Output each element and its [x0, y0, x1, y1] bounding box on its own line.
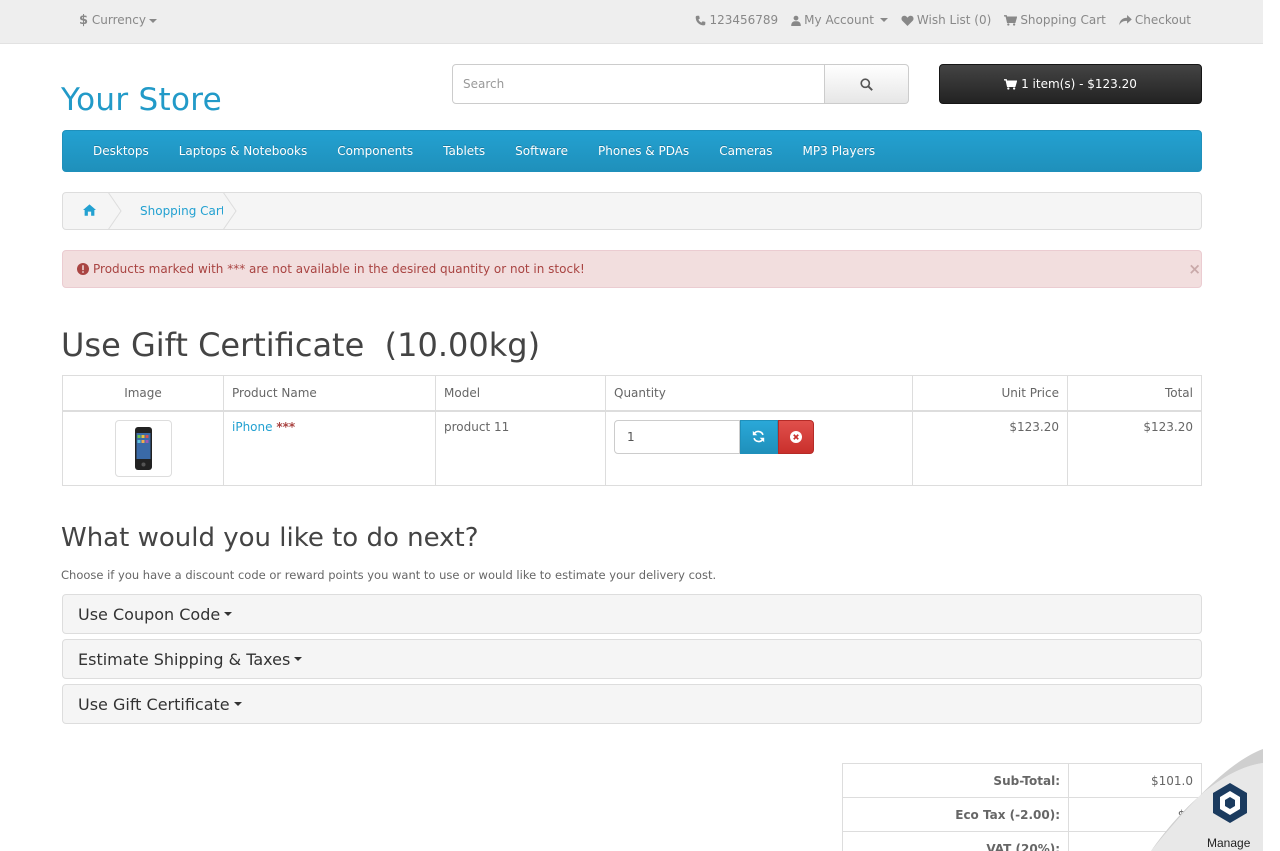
product-name-cell: iPhone *** — [223, 410, 436, 486]
breadcrumb-separator — [223, 192, 237, 230]
close-icon[interactable]: × — [1188, 260, 1201, 278]
table-row: Sub-Total: $101.0 — [842, 763, 1202, 798]
times-circle-icon — [789, 430, 802, 443]
phone-icon — [695, 15, 706, 26]
breadcrumb-shopping-cart[interactable]: Shopping Cart — [140, 204, 226, 218]
search-button[interactable] — [825, 64, 909, 104]
column-header-unit-price: Unit Price — [912, 375, 1068, 412]
phone-link[interactable]: 123456789 — [695, 13, 778, 27]
top-links: 123456789 My Account Wish List (0) Shopp… — [695, 13, 1191, 27]
home-icon[interactable] — [83, 204, 96, 219]
totals-label: VAT (20%): — [842, 831, 1069, 851]
wish-list-label: Wish List (0) — [916, 13, 992, 27]
column-header-total: Total — [1067, 375, 1202, 412]
menu-item-laptops-notebooks[interactable]: Laptops & Notebooks — [164, 131, 322, 171]
column-header-model: Model — [435, 375, 606, 412]
chevron-down-icon — [148, 18, 157, 23]
breadcrumb: Shopping Cart — [62, 192, 1202, 230]
cart-summary-label: 1 item(s) - $123.20 — [1021, 77, 1137, 91]
next-section-description: Choose if you have a discount code or re… — [61, 568, 717, 582]
user-icon — [791, 15, 801, 26]
refresh-icon — [752, 430, 765, 443]
unit-price-cell: $123.20 — [912, 410, 1068, 486]
search-input[interactable] — [452, 64, 825, 104]
panel-coupon-code[interactable]: Use Coupon Code — [62, 594, 1202, 634]
column-header-quantity: Quantity — [605, 375, 913, 412]
remove-button[interactable] — [777, 419, 814, 454]
model-cell: product 11 — [435, 410, 606, 486]
totals-label: Sub-Total: — [842, 763, 1069, 798]
panel-estimate-shipping[interactable]: Estimate Shipping & Taxes — [62, 639, 1202, 679]
top-bar: $ Currency 123456789 My Account Wish Lis… — [0, 0, 1263, 44]
totals-label: Eco Tax (-2.00): — [842, 797, 1069, 832]
menu-item-desktops[interactable]: Desktops — [78, 131, 164, 171]
menu-item-components[interactable]: Components — [322, 131, 428, 171]
checkout-label: Checkout — [1134, 13, 1191, 27]
my-account-dropdown[interactable]: My Account — [791, 13, 888, 27]
chevron-down-icon — [233, 702, 242, 706]
total-cell: $123.20 — [1067, 410, 1202, 486]
table-row: Eco Tax (-2.00): $2 — [842, 797, 1202, 832]
menu-item-tablets[interactable]: Tablets — [428, 131, 500, 171]
column-header-product-name: Product Name — [223, 375, 436, 412]
cart-summary-button[interactable]: 1 item(s) - $123.20 — [939, 64, 1202, 104]
chevron-down-icon — [879, 18, 888, 22]
main-menu: Desktops Laptops & Notebooks Components … — [62, 130, 1202, 172]
shopping-cart-label: Shopping Cart — [1020, 13, 1106, 27]
menu-item-software[interactable]: Software — [500, 131, 583, 171]
panel-title: Use Gift Certificate — [78, 694, 230, 714]
currency-dropdown[interactable]: $ Currency — [79, 13, 157, 28]
phone-number: 123456789 — [709, 13, 779, 27]
cart-icon — [1004, 78, 1018, 90]
menu-item-phones-pdas[interactable]: Phones & PDAs — [583, 131, 704, 171]
table-row: VAT (20%): — [842, 831, 1202, 851]
page-title: Use Gift Certificate (10.00kg) — [61, 326, 541, 364]
chevron-down-icon — [224, 612, 233, 616]
quantity-cell — [605, 410, 913, 486]
exclamation-circle-icon — [77, 263, 89, 275]
update-button[interactable] — [740, 419, 778, 454]
alert-text: Products marked with *** are not availab… — [93, 262, 585, 276]
product-image-cell — [62, 410, 224, 486]
menu-item-mp3-players[interactable]: MP3 Players — [788, 131, 891, 171]
panel-gift-certificate[interactable]: Use Gift Certificate — [62, 684, 1202, 724]
cart-icon — [1004, 14, 1018, 26]
panel-title: Estimate Shipping & Taxes — [78, 649, 291, 669]
my-account-label: My Account — [804, 13, 874, 27]
product-thumbnail[interactable] — [114, 419, 172, 477]
share-icon — [1119, 14, 1132, 26]
totals-table: Sub-Total: $101.0 Eco Tax (-2.00): $2 VA… — [842, 763, 1202, 851]
search-bar — [452, 64, 909, 104]
menu-item-cameras[interactable]: Cameras — [704, 131, 787, 171]
table-header-row: Image Product Name Model Quantity Unit P… — [62, 375, 1202, 412]
product-link[interactable]: iPhone — [232, 420, 273, 434]
checkout-link[interactable]: Checkout — [1119, 13, 1191, 27]
table-row: iPhone *** product 11 $123.20 $123.20 — [62, 410, 1202, 486]
currency-label: Currency — [91, 13, 146, 27]
stock-alert: Products marked with *** are not availab… — [62, 250, 1202, 288]
currency-symbol: $ — [79, 13, 89, 28]
quantity-input[interactable] — [614, 419, 740, 454]
shopping-cart-link[interactable]: Shopping Cart — [1004, 13, 1106, 27]
chevron-down-icon — [294, 657, 303, 661]
next-section-title: What would you like to do next? — [61, 523, 479, 553]
column-header-image: Image — [62, 375, 224, 412]
panel-title: Use Coupon Code — [78, 604, 221, 624]
cart-table: Image Product Name Model Quantity Unit P… — [62, 375, 1202, 486]
stock-marker: *** — [276, 419, 296, 434]
manage-label[interactable]: Manage — [1207, 836, 1250, 850]
wish-list-link[interactable]: Wish List (0) — [901, 13, 991, 27]
store-logo[interactable]: Your Store — [61, 82, 222, 118]
heart-icon — [901, 15, 914, 26]
search-icon — [860, 77, 873, 91]
breadcrumb-separator — [108, 192, 122, 230]
iphone-image — [134, 426, 152, 470]
quantity-group — [614, 419, 814, 454]
